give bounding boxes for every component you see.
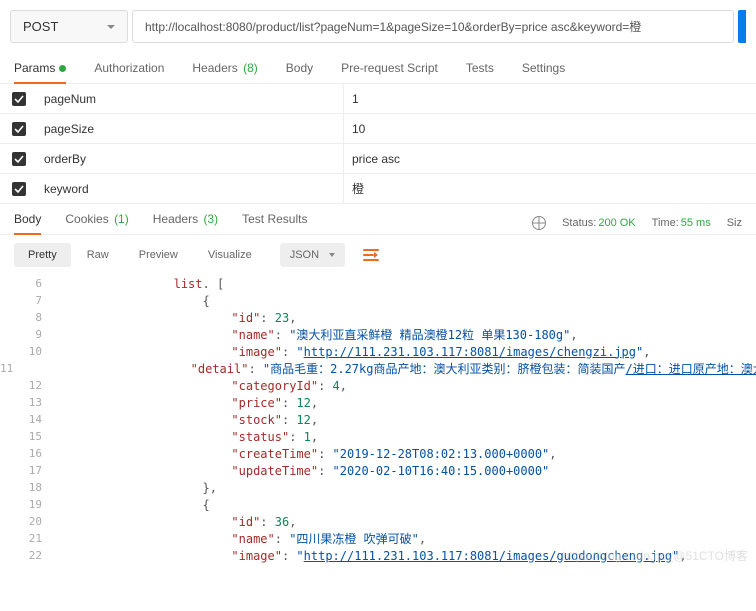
- line-number: 20: [18, 515, 46, 528]
- code-line: 6 list. [: [0, 275, 756, 292]
- tab-body[interactable]: Body: [286, 61, 313, 83]
- status-label: Status:200 OK: [562, 217, 636, 229]
- tab-headers[interactable]: Headers (8): [192, 61, 257, 83]
- code-line: 14 "stock": 12,: [0, 411, 756, 428]
- send-button[interactable]: [738, 10, 746, 43]
- line-number: 8: [18, 311, 46, 324]
- param-row[interactable]: orderBy price asc: [0, 144, 756, 174]
- url-input[interactable]: [132, 10, 734, 43]
- response-body-code[interactable]: 6 list. [7 {8 "id": 23,9 "name": "澳大利亚直采…: [0, 275, 756, 568]
- params-active-dot: [59, 65, 66, 72]
- params-table: pageNum 1 pageSize 10 orderBy price asc …: [0, 84, 756, 204]
- view-visualize[interactable]: Visualize: [194, 243, 266, 267]
- view-bar: Pretty Raw Preview Visualize JSON: [0, 235, 756, 275]
- param-key[interactable]: orderBy: [38, 152, 343, 166]
- param-row[interactable]: keyword 橙: [0, 174, 756, 204]
- param-value[interactable]: 10: [343, 114, 756, 143]
- view-preview[interactable]: Preview: [125, 243, 192, 267]
- checkbox-icon[interactable]: [12, 122, 26, 136]
- line-number: 11: [0, 362, 17, 375]
- code-line: 20 "id": 36,: [0, 513, 756, 530]
- line-number: 19: [18, 498, 46, 511]
- code-line: 7 {: [0, 292, 756, 309]
- code-line: 19 {: [0, 496, 756, 513]
- method-select[interactable]: POST: [10, 10, 128, 43]
- code-line: 17 "updateTime": "2020-02-10T16:40:15.00…: [0, 462, 756, 479]
- time-label: Time:55 ms: [652, 217, 711, 229]
- line-number: 13: [18, 396, 46, 409]
- line-number: 16: [18, 447, 46, 460]
- line-number: 12: [18, 379, 46, 392]
- param-value[interactable]: price asc: [343, 144, 756, 173]
- globe-icon[interactable]: [532, 216, 546, 230]
- response-tabs-bar: Body Cookies (1) Headers (3) Test Result…: [0, 204, 756, 235]
- tab-settings[interactable]: Settings: [522, 61, 565, 83]
- resp-tab-body[interactable]: Body: [14, 212, 41, 234]
- line-number: 7: [18, 294, 46, 307]
- checkbox-icon[interactable]: [12, 152, 26, 166]
- param-row[interactable]: pageSize 10: [0, 114, 756, 144]
- method-value: POST: [23, 19, 58, 34]
- code-line: 8 "id": 23,: [0, 309, 756, 326]
- view-raw[interactable]: Raw: [73, 243, 123, 267]
- size-label: Siz: [727, 217, 742, 229]
- watermark: https://blog.csdn.net/@51CTO博客: [563, 547, 748, 564]
- checkbox-icon[interactable]: [12, 182, 26, 196]
- param-value[interactable]: 1: [343, 84, 756, 113]
- view-pretty[interactable]: Pretty: [14, 243, 71, 267]
- format-select[interactable]: JSON: [280, 243, 345, 267]
- code-line: 21 "name": "四川果冻橙 吹弹可破",: [0, 530, 756, 547]
- chevron-down-icon: [329, 253, 335, 257]
- tab-prerequest[interactable]: Pre-request Script: [341, 61, 438, 83]
- code-line: 11 "detail": "商品毛重：2.27kg商品产地：澳大利亚类别：脐橙包…: [0, 360, 756, 377]
- code-line: 9 "name": "澳大利亚直采鲜橙 精品澳橙12粒 单果130-180g",: [0, 326, 756, 343]
- param-key[interactable]: pageSize: [38, 122, 343, 136]
- chevron-down-icon: [107, 25, 115, 29]
- line-number: 14: [18, 413, 46, 426]
- code-line: 18 },: [0, 479, 756, 496]
- code-line: 10 "image": "http://111.231.103.117:8081…: [0, 343, 756, 360]
- line-number: 6: [18, 277, 46, 290]
- tab-tests[interactable]: Tests: [466, 61, 494, 83]
- param-row[interactable]: pageNum 1: [0, 84, 756, 114]
- tab-authorization[interactable]: Authorization: [94, 61, 164, 83]
- line-number: 15: [18, 430, 46, 443]
- resp-tab-headers[interactable]: Headers (3): [153, 212, 218, 234]
- param-key[interactable]: keyword: [38, 182, 343, 196]
- line-number: 10: [18, 345, 46, 358]
- resp-tab-testresults[interactable]: Test Results: [242, 212, 307, 234]
- code-line: 13 "price": 12,: [0, 394, 756, 411]
- tab-params[interactable]: Params: [14, 61, 66, 83]
- resp-tab-cookies[interactable]: Cookies (1): [65, 212, 128, 234]
- code-line: 12 "categoryId": 4,: [0, 377, 756, 394]
- line-number: 18: [18, 481, 46, 494]
- param-key[interactable]: pageNum: [38, 92, 343, 106]
- wrap-lines-icon[interactable]: [363, 248, 379, 262]
- code-line: 16 "createTime": "2019-12-28T08:02:13.00…: [0, 445, 756, 462]
- checkbox-icon[interactable]: [12, 92, 26, 106]
- request-bar: POST: [0, 0, 756, 49]
- request-tabs: Params Authorization Headers (8) Body Pr…: [0, 49, 756, 84]
- line-number: 22: [18, 549, 46, 562]
- code-line: 15 "status": 1,: [0, 428, 756, 445]
- response-meta: Status:200 OK Time:55 ms Siz: [532, 216, 742, 230]
- line-number: 17: [18, 464, 46, 477]
- line-number: 9: [18, 328, 46, 341]
- param-value[interactable]: 橙: [343, 174, 756, 203]
- line-number: 21: [18, 532, 46, 545]
